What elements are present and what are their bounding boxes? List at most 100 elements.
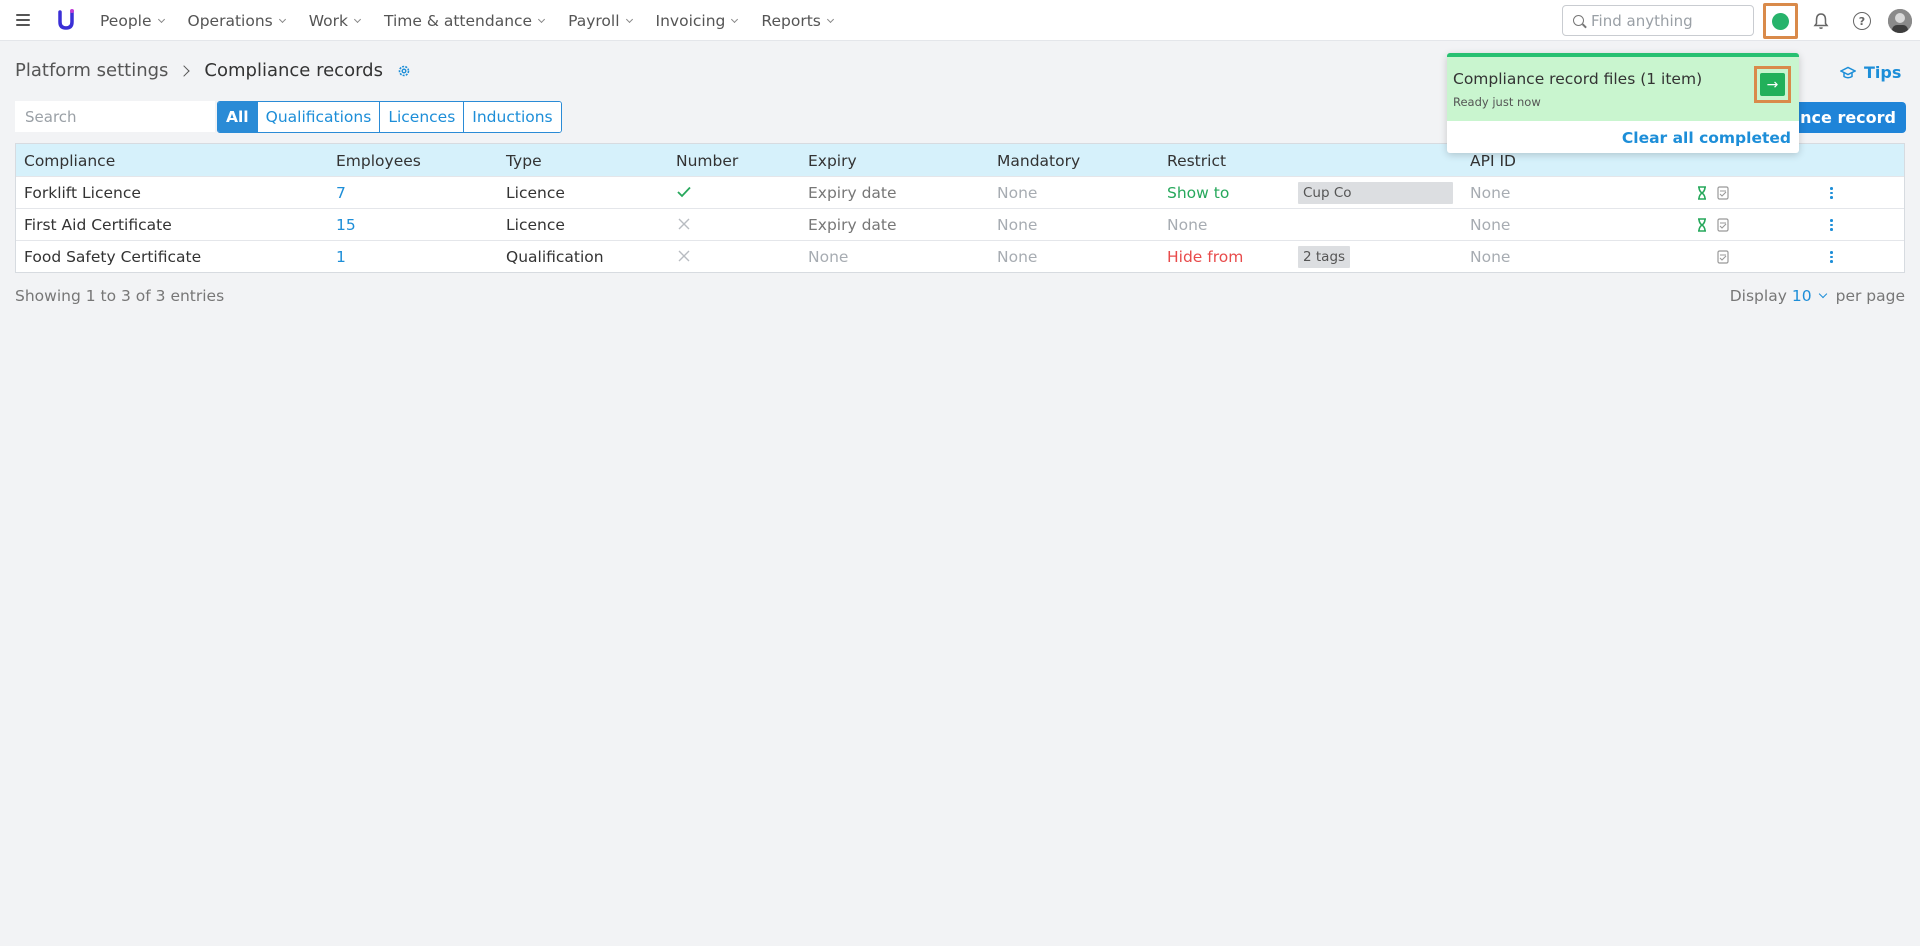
entries-count: Showing 1 to 3 of 3 entries (15, 287, 225, 305)
background-tasks-popup: Compliance record files (1 item) Ready j… (1447, 53, 1799, 153)
chevron-right-icon (178, 64, 191, 77)
row-actions-kebab-icon[interactable] (1830, 219, 1833, 233)
nav-time-attendance[interactable]: Time & attendance (383, 11, 546, 30)
filter-qualifications[interactable]: Qualifications (257, 102, 381, 132)
cell-mandatory: None (997, 216, 1038, 234)
cell-compliance[interactable]: Food Safety Certificate (24, 248, 201, 266)
page-title: Compliance records (204, 60, 383, 81)
nav-invoicing-label: Invoicing (655, 11, 726, 30)
document-icon[interactable] (1717, 250, 1729, 264)
breadcrumb: Platform settings Compliance records (15, 60, 411, 81)
tips-button[interactable]: Tips (1840, 63, 1901, 82)
chevron-down-icon (157, 15, 165, 23)
global-search-placeholder: Find anything (1591, 11, 1693, 30)
nav-reports[interactable]: Reports (761, 11, 834, 30)
col-number[interactable]: Number (676, 152, 738, 170)
search-placeholder: Search (25, 107, 77, 126)
cell-api-id: None (1470, 248, 1511, 266)
bell-icon[interactable] (1812, 12, 1830, 30)
top-navbar: People Operations Work Time & attendance… (0, 0, 1920, 41)
cell-employees-link[interactable]: 15 (336, 216, 356, 234)
global-search-input[interactable]: Find anything (1562, 5, 1754, 36)
cell-expiry: Expiry date (808, 216, 897, 234)
cell-api-id: None (1470, 216, 1511, 234)
row-actions-kebab-icon[interactable] (1830, 251, 1833, 265)
document-icon[interactable] (1717, 186, 1729, 200)
nav-reports-label: Reports (761, 11, 821, 30)
per-page-label: per page (1835, 287, 1905, 305)
col-type[interactable]: Type (506, 152, 542, 170)
task-title: Compliance record files (1 item) (1453, 70, 1703, 88)
cell-mandatory: None (997, 248, 1038, 266)
clear-all-completed-link[interactable]: Clear all completed (1622, 129, 1791, 147)
app-logo[interactable] (56, 8, 76, 32)
chevron-down-icon (538, 15, 546, 23)
table-row[interactable]: Forklift Licence 7 Licence Expiry date N… (16, 176, 1904, 208)
nav-work[interactable]: Work (309, 12, 362, 30)
cross-icon (678, 250, 690, 262)
background-tasks-button[interactable] (1763, 3, 1798, 39)
chevron-down-icon (625, 15, 633, 23)
cell-compliance[interactable]: First Aid Certificate (24, 216, 172, 234)
completed-task-item: Compliance record files (1 item) Ready j… (1447, 53, 1799, 121)
row-actions-kebab-icon[interactable] (1830, 187, 1833, 201)
restrict-tag[interactable]: 2 tags (1298, 246, 1351, 268)
compliance-table: Compliance Employees Type Number Expiry … (15, 143, 1905, 273)
cell-api-id: None (1470, 184, 1511, 202)
graduation-cap-icon (1840, 66, 1856, 78)
chevron-down-icon (353, 15, 362, 23)
chevron-down-icon[interactable] (1818, 289, 1827, 299)
hamburger-menu-icon[interactable] (16, 14, 30, 26)
cell-expiry: None (808, 248, 849, 266)
cell-employees-link[interactable]: 7 (336, 184, 346, 202)
nav-time-label: Time & attendance (383, 11, 533, 30)
nav-invoicing[interactable]: Invoicing (655, 11, 739, 30)
nav-payroll[interactable]: Payroll (568, 11, 633, 30)
cell-employees-link[interactable]: 1 (336, 248, 346, 266)
nav-operations[interactable]: Operations (187, 11, 286, 30)
check-icon (677, 186, 691, 198)
col-restrict[interactable]: Restrict (1167, 152, 1226, 170)
nav-operations-label: Operations (187, 11, 273, 30)
add-compliance-record-button[interactable]: liance record (1790, 102, 1906, 133)
document-icon[interactable] (1717, 218, 1729, 232)
help-glyph: ? (1858, 14, 1866, 28)
cell-restrict: Hide from (1167, 248, 1244, 266)
open-task-result-button[interactable]: → (1754, 66, 1791, 103)
gear-icon[interactable] (397, 64, 411, 78)
page-size-select[interactable]: 10 (1792, 287, 1812, 305)
hourglass-icon (1698, 218, 1706, 232)
type-filter-group: All Qualifications Licences Inductions (217, 101, 562, 133)
cell-compliance[interactable]: Forklift Licence (24, 184, 141, 202)
filter-inductions[interactable]: Inductions (464, 102, 561, 132)
display-label: Display (1729, 287, 1787, 305)
cell-restrict: Show to (1167, 184, 1230, 202)
avatar[interactable] (1888, 9, 1912, 33)
restrict-tag: Cup Co (1298, 182, 1453, 204)
col-mandatory[interactable]: Mandatory (997, 152, 1080, 170)
cross-icon (678, 218, 690, 230)
search-icon (1573, 15, 1584, 26)
col-compliance[interactable]: Compliance (24, 152, 115, 170)
col-api-id[interactable]: API ID (1470, 152, 1516, 170)
nav-payroll-label: Payroll (568, 11, 620, 30)
tips-label: Tips (1864, 63, 1902, 82)
filter-licences[interactable]: Licences (380, 102, 465, 132)
table-row[interactable]: Food Safety Certificate 1 Qualification … (16, 240, 1904, 272)
hourglass-icon (1698, 186, 1706, 200)
task-status-icon (1772, 12, 1789, 30)
cell-type: Licence (506, 184, 565, 202)
col-employees[interactable]: Employees (336, 152, 421, 170)
table-row[interactable]: First Aid Certificate 15 Licence Expiry … (16, 208, 1904, 240)
cell-restrict: None (1167, 216, 1208, 234)
chevron-down-icon (731, 15, 739, 23)
filter-all[interactable]: All (218, 102, 258, 132)
chevron-down-icon (278, 15, 286, 23)
breadcrumb-parent[interactable]: Platform settings (15, 60, 168, 81)
nav-people[interactable]: People (100, 12, 165, 30)
user-photo-icon (1888, 9, 1912, 33)
help-icon[interactable]: ? (1853, 12, 1871, 30)
col-expiry[interactable]: Expiry (808, 152, 857, 170)
search-input[interactable]: Search (15, 101, 215, 132)
cell-expiry: Expiry date (808, 184, 897, 202)
